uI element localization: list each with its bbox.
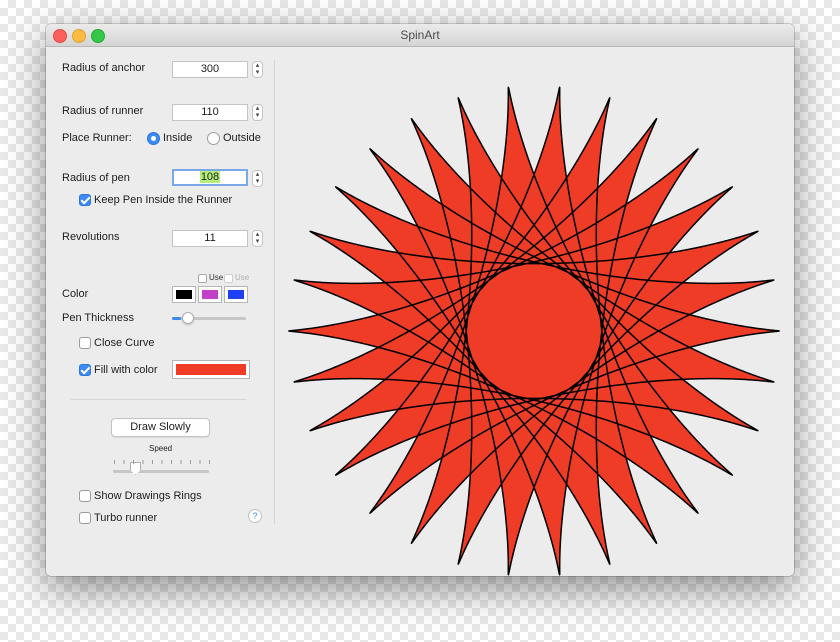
inside-radio[interactable]: [147, 132, 160, 145]
speed-label: Speed: [149, 444, 173, 453]
radius-anchor-label: Radius of anchor: [62, 62, 146, 74]
show-rings-checkbox[interactable]: [79, 490, 91, 502]
pen-thickness-label: Pen Thickness: [62, 312, 134, 324]
window-title: SpinArt: [400, 28, 440, 42]
turbo-runner-label[interactable]: Turbo runner: [94, 512, 157, 524]
separator: [71, 399, 247, 400]
revolutions-field[interactable]: 11: [172, 230, 248, 247]
show-rings-label[interactable]: Show Drawings Rings: [94, 490, 202, 502]
close-icon[interactable]: [53, 29, 67, 43]
radius-anchor-stepper[interactable]: ▴ ▾: [252, 61, 263, 78]
title-bar[interactable]: SpinArt: [46, 24, 794, 47]
radius-pen-label: Radius of pen: [62, 172, 130, 184]
use-color-3-label: Use: [235, 273, 250, 282]
radius-anchor-field[interactable]: 300: [172, 61, 248, 78]
spirograph-canvas: [287, 86, 781, 576]
speed-slider[interactable]: [113, 462, 209, 475]
use-color-3-checkbox: [224, 274, 233, 283]
outside-radio[interactable]: [207, 132, 220, 145]
color-swatch-blue[interactable]: [224, 286, 248, 303]
radius-runner-label: Radius of runner: [62, 105, 144, 117]
speed-ticks: [114, 460, 210, 464]
place-runner-label: Place Runner:: [62, 132, 132, 144]
fill-color-checkbox[interactable]: [79, 364, 91, 376]
panel-divider: [274, 60, 275, 524]
help-icon[interactable]: ?: [248, 509, 262, 523]
draw-slowly-button[interactable]: Draw Slowly: [111, 418, 210, 437]
outside-radio-label[interactable]: Outside: [223, 132, 261, 144]
use-color-2-label: Use: [209, 273, 224, 282]
close-curve-checkbox[interactable]: [79, 337, 91, 349]
revolutions-stepper[interactable]: ▴ ▾: [252, 230, 263, 247]
radius-pen-field[interactable]: 108: [172, 169, 248, 186]
minimize-icon[interactable]: [72, 29, 86, 43]
spirograph-curve: [287, 86, 781, 576]
pen-thickness-fill: [172, 317, 181, 320]
fill-color-label[interactable]: Fill with color: [94, 364, 158, 376]
zoom-icon[interactable]: [91, 29, 105, 43]
spinart-window: SpinArt Radius of anchor 300 ▴ ▾ Radius o…: [46, 24, 794, 576]
radius-runner-field[interactable]: 110: [172, 104, 248, 121]
color-swatch-magenta[interactable]: [198, 286, 222, 303]
use-color-2-checkbox[interactable]: [198, 274, 207, 283]
radius-pen-value: 108: [199, 171, 221, 183]
pen-thickness-slider[interactable]: [172, 312, 246, 324]
color-label: Color: [62, 288, 89, 300]
close-curve-label[interactable]: Close Curve: [94, 337, 155, 349]
color-swatch-black[interactable]: [172, 286, 196, 303]
inside-radio-label[interactable]: Inside: [163, 132, 192, 144]
turbo-runner-checkbox[interactable]: [79, 512, 91, 524]
pen-thickness-knob[interactable]: [182, 312, 194, 324]
revolutions-label: Revolutions: [62, 231, 120, 243]
keep-pen-checkbox[interactable]: [79, 194, 91, 206]
fill-color-well[interactable]: [172, 360, 250, 379]
keep-pen-label[interactable]: Keep Pen Inside the Runner: [94, 194, 232, 206]
radius-pen-stepper[interactable]: ▴ ▾: [252, 170, 263, 187]
radius-runner-stepper[interactable]: ▴ ▾: [252, 104, 263, 121]
